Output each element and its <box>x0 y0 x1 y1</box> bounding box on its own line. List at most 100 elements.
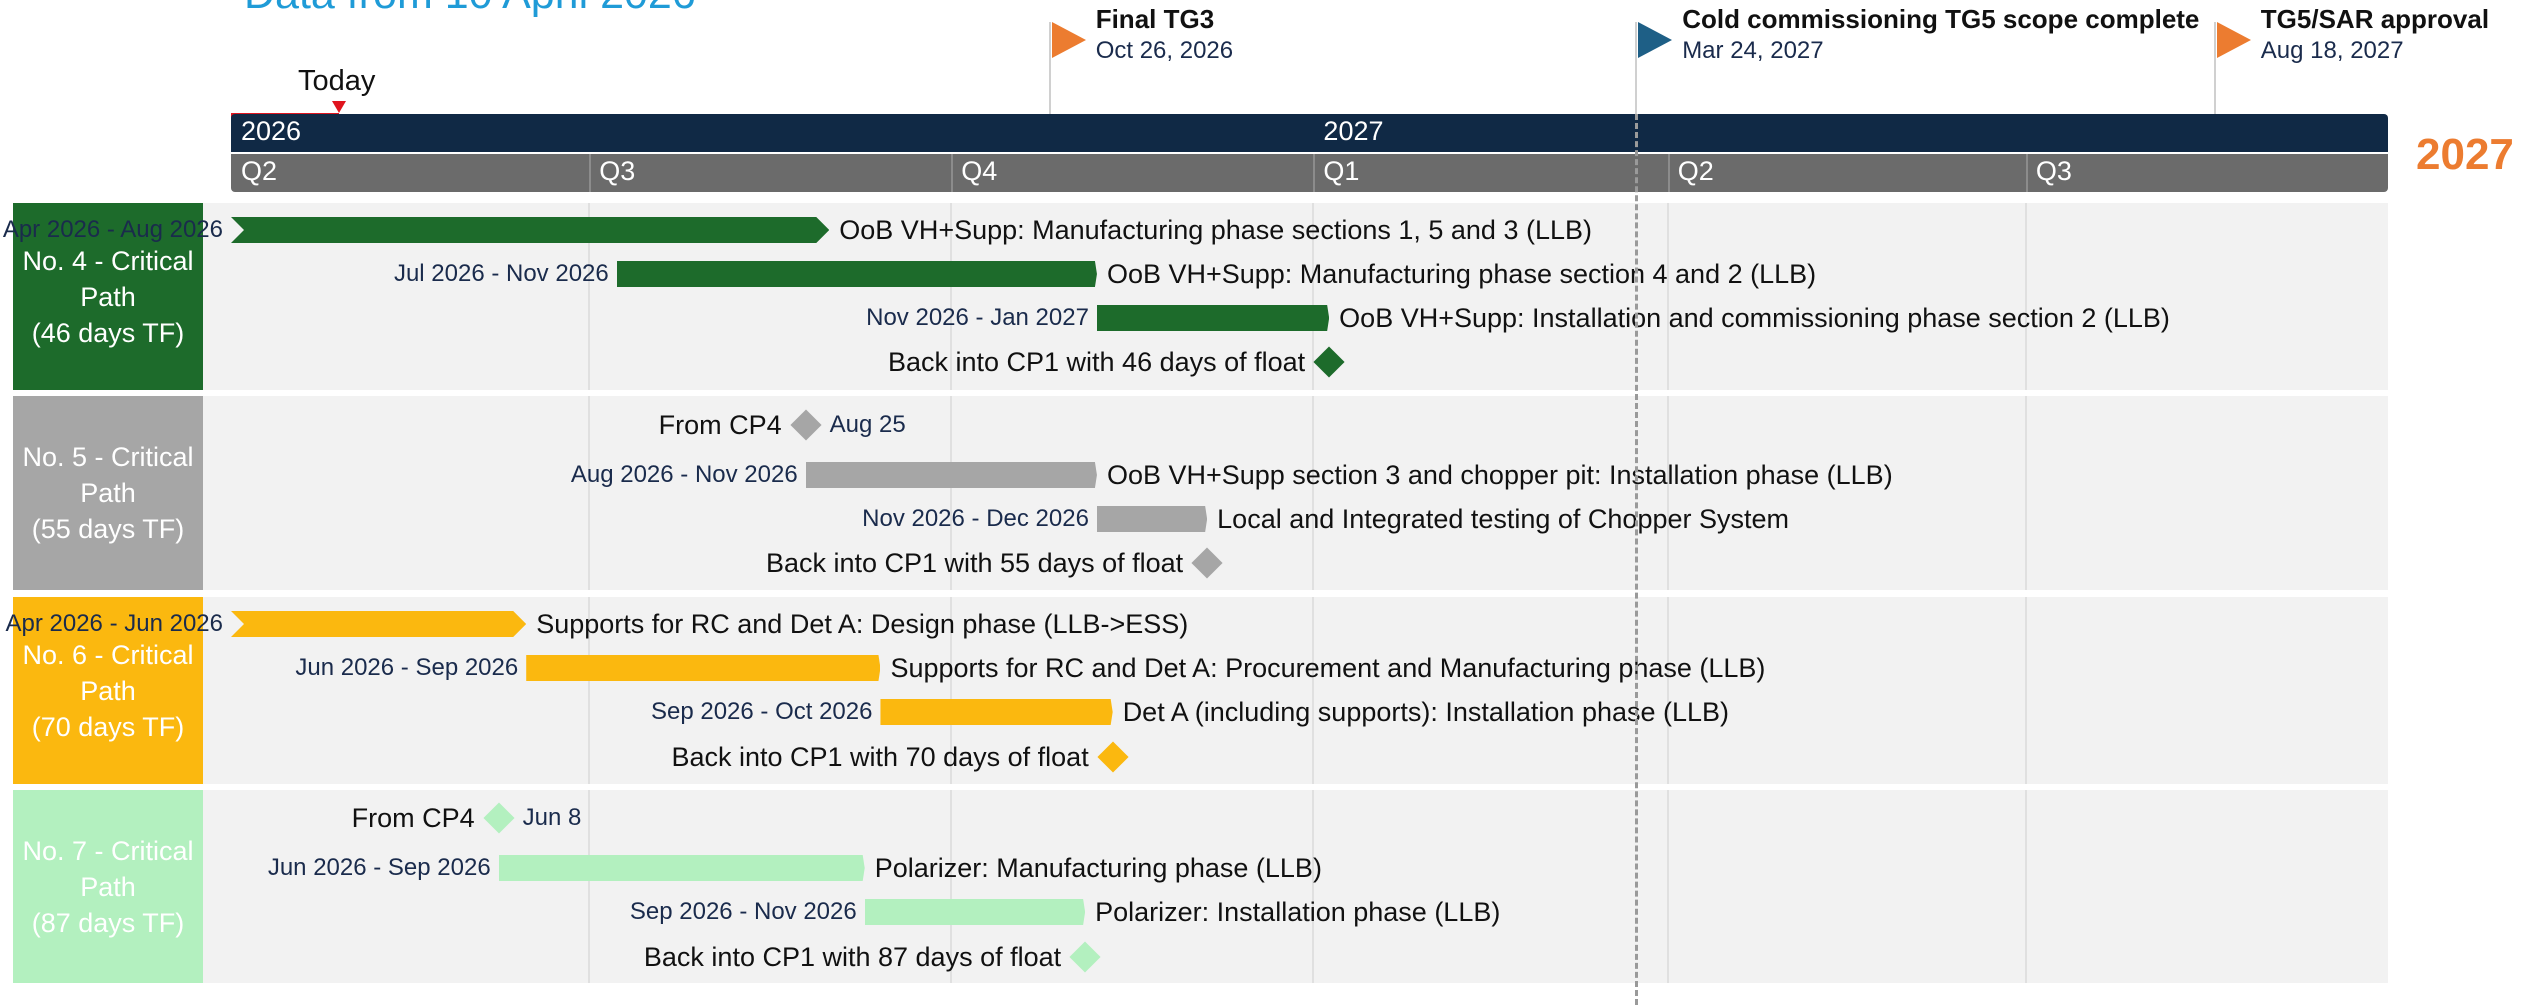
flag-icon <box>1051 22 1086 58</box>
quarter-label: Q2 <box>241 156 278 186</box>
flag-icon <box>1638 22 1673 58</box>
bar-date-label: Nov 2026 - Dec 2026 <box>862 505 1089 532</box>
bar-date-label: Sep 2026 - Oct 2026 <box>650 698 873 725</box>
bar-task-label: Local and Integrated testing of Chopper … <box>1217 504 1790 534</box>
year-scale: 2026 2027 <box>231 114 2388 152</box>
bar-task-label: OoB VH+Supp: Manufacturing phase section… <box>1106 259 1817 289</box>
bar-task-label: Supports for RC and Det A: Procurement a… <box>890 653 1766 683</box>
milestone-pole <box>1635 22 1638 114</box>
quarter-gridline <box>2024 203 2027 390</box>
milestone-label: Back into CP1 with 46 days of float <box>887 347 1306 377</box>
group-label-line: (55 days TF) <box>31 514 185 544</box>
bar-date-label: Jun 2026 - Sep 2026 <box>295 654 519 681</box>
gantt-bar <box>617 261 1097 287</box>
gantt-bar <box>1097 305 1329 331</box>
today-label: Today <box>298 65 376 97</box>
group-panel <box>203 396 2388 590</box>
bar-date-label: Jul 2026 - Nov 2026 <box>393 260 609 287</box>
group-label-line: Path <box>80 675 136 706</box>
group-label-line: No. 4 - Critical <box>22 245 194 276</box>
quarter-gridline <box>1666 203 1669 390</box>
gantt-bar <box>526 655 880 681</box>
milestone-title: TG5/SAR approval <box>2260 4 2490 34</box>
bar-date-label: Apr 2026 - Aug 2026 <box>2 216 223 243</box>
milestone-pole <box>1048 22 1051 114</box>
bar-date-label: Apr 2026 - Jun 2026 <box>5 610 224 637</box>
group-label-line: (46 days TF) <box>31 317 185 348</box>
quarter-label: Q3 <box>599 156 636 186</box>
milestone-label: From CP4 <box>658 410 782 440</box>
dashed-milestone-line <box>1635 114 1639 1005</box>
group-label: No. 5 - Critical Path (55 days TF) <box>13 396 203 590</box>
milestone-date-label: Jun 8 <box>522 804 582 831</box>
quarter-divider <box>589 154 592 192</box>
group-label-line: Path <box>80 478 136 508</box>
group-label-text: No. 5 - Critical Path (55 days TF) <box>22 439 193 547</box>
quarter-gridline <box>1666 396 1669 590</box>
group-label: No. 7 - Critical Path (87 days TF) <box>13 790 203 983</box>
chart-subtitle: Data from 10 April 2026 <box>244 0 696 19</box>
quarter-gridline <box>2024 396 2027 590</box>
bar-task-label: Polarizer: Installation phase (LLB) <box>1095 897 1501 927</box>
gantt-bar <box>865 899 1085 925</box>
gantt-bar <box>231 611 526 637</box>
quarter-gridline <box>1666 790 1669 983</box>
milestone-title: Final TG3 <box>1095 4 1215 34</box>
quarter-label: Q1 <box>1323 156 1360 186</box>
quarter-divider <box>1667 154 1670 192</box>
bar-date-label: Jun 2026 - Sep 2026 <box>267 854 491 881</box>
gantt-bar <box>231 217 829 243</box>
milestone-date: Mar 24, 2027 <box>1682 37 1824 64</box>
group-label-line: No. 5 - Critical <box>22 442 194 472</box>
quarter-gridline <box>2024 597 2027 784</box>
group-panel <box>203 597 2388 784</box>
year-label: 2026 <box>241 116 302 146</box>
group-label-line: No. 6 - Critical <box>22 639 194 670</box>
bar-task-label: OoB VH+Supp: Manufacturing phase section… <box>839 215 1592 245</box>
right-year-label: 2027 <box>2416 130 2514 179</box>
gantt-bar <box>499 855 865 881</box>
group-label-text: No. 4 - Critical Path (46 days TF) <box>22 243 193 351</box>
quarter-divider <box>2025 154 2028 192</box>
quarter-divider <box>951 154 954 192</box>
quarter-gridline <box>1666 597 1669 784</box>
gantt-bar <box>880 699 1112 725</box>
milestone-date-label: Aug 25 <box>829 411 906 438</box>
group-label-line: (87 days TF) <box>31 907 185 938</box>
bar-date-label: Nov 2026 - Jan 2027 <box>866 304 1089 331</box>
group-label-line: No. 7 - Critical <box>22 835 194 866</box>
flag-icon <box>2216 22 2251 58</box>
bar-task-label: OoB VH+Supp section 3 and chopper pit: I… <box>1106 460 1893 490</box>
bar-task-label: Polarizer: Manufacturing phase (LLB) <box>874 853 1322 883</box>
bar-date-label: Sep 2026 - Nov 2026 <box>629 898 857 925</box>
quarter-gridline <box>1312 790 1315 983</box>
quarter-scale: Q2 Q3 Q4 Q1 Q2 Q3 <box>231 154 2388 192</box>
quarter-gridline <box>1312 396 1315 590</box>
quarter-label: Q2 <box>1677 156 1714 186</box>
gantt-bar <box>1097 506 1207 532</box>
group-label-line: (70 days TF) <box>31 711 185 742</box>
quarter-gridline <box>1312 597 1315 784</box>
quarter-label: Q3 <box>2035 156 2072 186</box>
today-marker-icon <box>332 101 346 113</box>
group-label-line: Path <box>80 281 136 312</box>
milestone-label: Back into CP1 with 55 days of float <box>765 548 1184 578</box>
milestone-date: Oct 26, 2026 <box>1095 37 1234 64</box>
quarter-gridline <box>588 790 591 983</box>
milestone-label: Back into CP1 with 87 days of float <box>643 942 1062 972</box>
quarter-label: Q4 <box>961 156 998 186</box>
group-label-line: Path <box>80 871 136 902</box>
quarter-gridline <box>588 396 591 590</box>
gantt-chart: Data from 10 April 2026 Final TG3 Oct 26,… <box>0 0 2526 1005</box>
quarter-divider <box>1313 154 1316 192</box>
bar-task-label: OoB VH+Supp: Installation and commission… <box>1339 303 2170 333</box>
bar-date-label: Aug 2026 - Nov 2026 <box>570 461 798 488</box>
milestone-date: Aug 18, 2027 <box>2260 37 2404 64</box>
milestone-label: Back into CP1 with 70 days of float <box>671 742 1089 772</box>
group-label-text: No. 6 - Critical Path (70 days TF) <box>22 637 193 745</box>
year-label: 2027 <box>1323 116 1384 146</box>
bar-task-label: Supports for RC and Det A: Design phase … <box>536 609 1189 639</box>
group-label-text: No. 7 - Critical Path (87 days TF) <box>22 833 193 941</box>
milestone-pole <box>2213 22 2216 114</box>
milestone-title: Cold commissioning TG5 scope complete <box>1682 4 2200 34</box>
